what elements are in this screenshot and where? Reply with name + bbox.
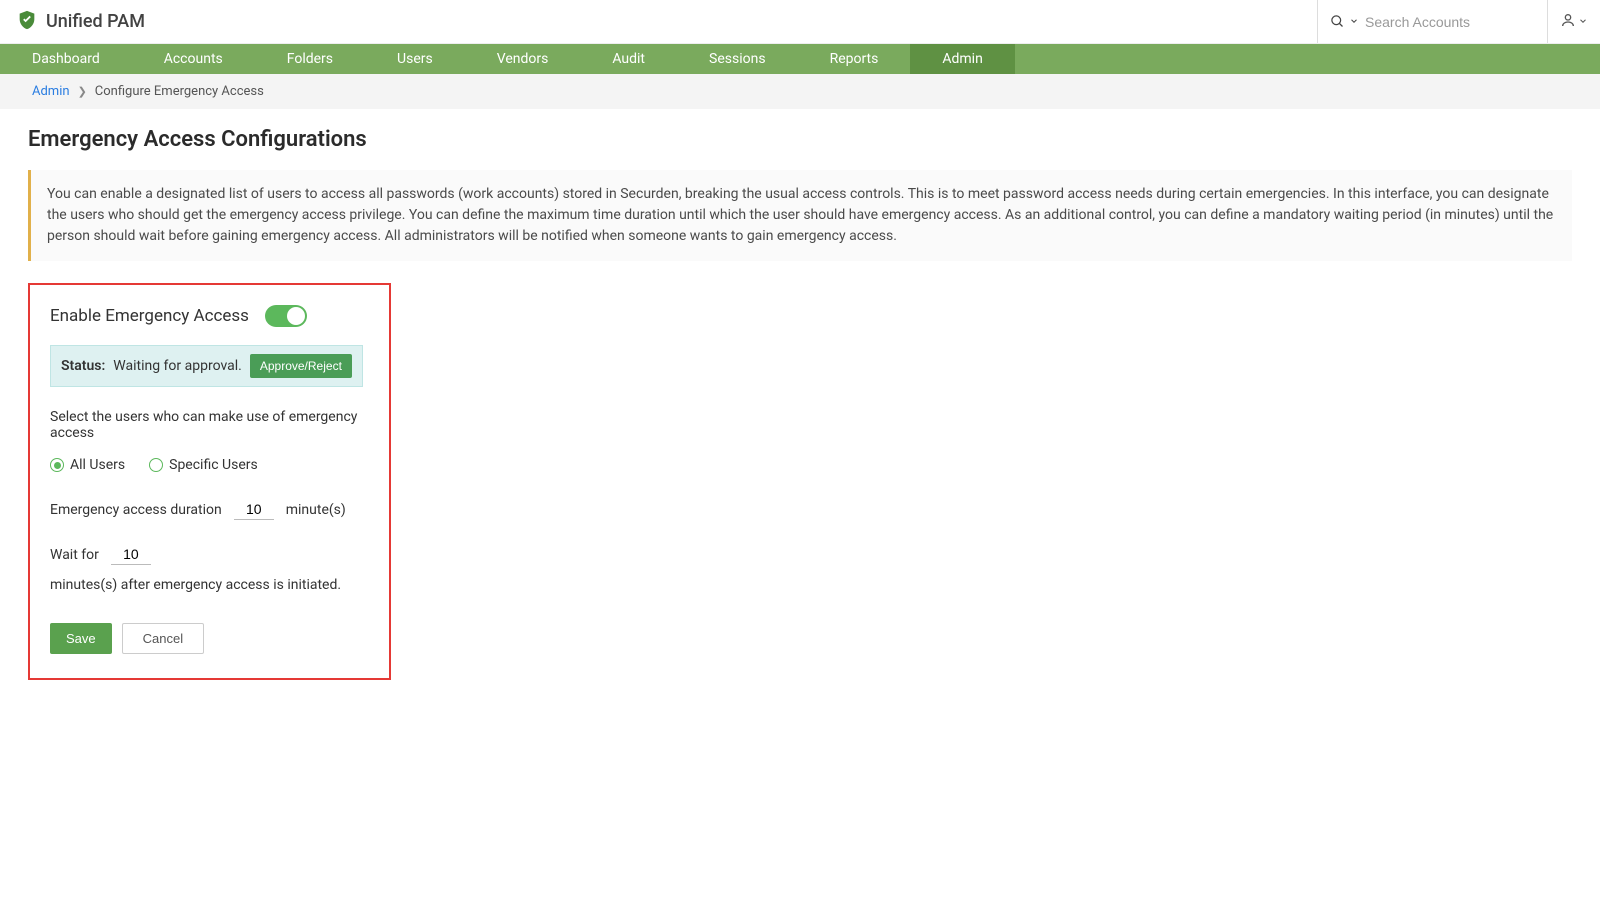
page-title: Emergency Access Configurations: [28, 127, 1572, 152]
user-scope-radios: All Users Specific Users: [50, 457, 369, 473]
form-actions: Save Cancel: [50, 623, 369, 654]
nav-admin[interactable]: Admin: [910, 44, 1014, 74]
enable-label: Enable Emergency Access: [50, 306, 249, 326]
wait-row: Wait for minutes(s) after emergency acce…: [50, 544, 369, 593]
enable-toggle[interactable]: [265, 305, 307, 327]
wait-prefix: Wait for: [50, 547, 99, 563]
select-users-label: Select the users who can make use of eme…: [50, 409, 369, 441]
app-header: Unified PAM: [0, 0, 1600, 44]
search-input[interactable]: [1365, 14, 1535, 30]
duration-unit: minute(s): [286, 502, 346, 518]
cancel-button[interactable]: Cancel: [122, 623, 204, 654]
header-right: [1317, 0, 1600, 43]
status-value: Waiting for approval.: [113, 358, 242, 374]
nav-dashboard[interactable]: Dashboard: [0, 44, 132, 74]
breadcrumb: Admin ❯ Configure Emergency Access: [0, 74, 1600, 109]
nav-audit[interactable]: Audit: [580, 44, 677, 74]
info-banner: You can enable a designated list of user…: [28, 170, 1572, 261]
nav-accounts[interactable]: Accounts: [132, 44, 255, 74]
radio-specific-label: Specific Users: [169, 457, 258, 473]
breadcrumb-root[interactable]: Admin: [32, 84, 70, 99]
radio-all-users[interactable]: All Users: [50, 457, 125, 473]
enable-toggle-row: Enable Emergency Access: [50, 305, 369, 327]
chevron-down-icon: [1578, 14, 1588, 30]
radio-icon: [149, 458, 163, 472]
chevron-right-icon: ❯: [78, 85, 87, 98]
radio-specific-users[interactable]: Specific Users: [149, 457, 258, 473]
chevron-down-icon: [1349, 14, 1359, 30]
status-label: Status:: [61, 358, 105, 374]
shield-check-icon: [16, 9, 38, 35]
user-menu[interactable]: [1547, 0, 1600, 43]
breadcrumb-current: Configure Emergency Access: [95, 84, 264, 99]
duration-label: Emergency access duration: [50, 502, 222, 518]
radio-all-label: All Users: [70, 457, 125, 473]
emergency-access-form: Enable Emergency Access Status: Waiting …: [28, 283, 391, 680]
search-icon: [1330, 14, 1345, 29]
brand: Unified PAM: [16, 9, 145, 35]
nav-sessions[interactable]: Sessions: [677, 44, 798, 74]
page-content: Emergency Access Configurations You can …: [0, 109, 1600, 698]
nav-reports[interactable]: Reports: [798, 44, 911, 74]
nav-folders[interactable]: Folders: [255, 44, 365, 74]
radio-icon: [50, 458, 64, 472]
wait-suffix: minutes(s) after emergency access is ini…: [50, 577, 341, 593]
nav-vendors[interactable]: Vendors: [465, 44, 581, 74]
duration-row: Emergency access duration minute(s): [50, 499, 369, 520]
user-icon: [1560, 12, 1576, 32]
toggle-knob: [287, 307, 305, 325]
main-nav: Dashboard Accounts Folders Users Vendors…: [0, 44, 1600, 74]
search-dropdown[interactable]: [1317, 0, 1547, 43]
save-button[interactable]: Save: [50, 623, 112, 654]
nav-users[interactable]: Users: [365, 44, 465, 74]
wait-input[interactable]: [111, 544, 151, 565]
brand-title: Unified PAM: [46, 11, 145, 32]
duration-input[interactable]: [234, 499, 274, 520]
approve-reject-button[interactable]: Approve/Reject: [250, 354, 352, 378]
status-box: Status: Waiting for approval. Approve/Re…: [50, 345, 363, 387]
